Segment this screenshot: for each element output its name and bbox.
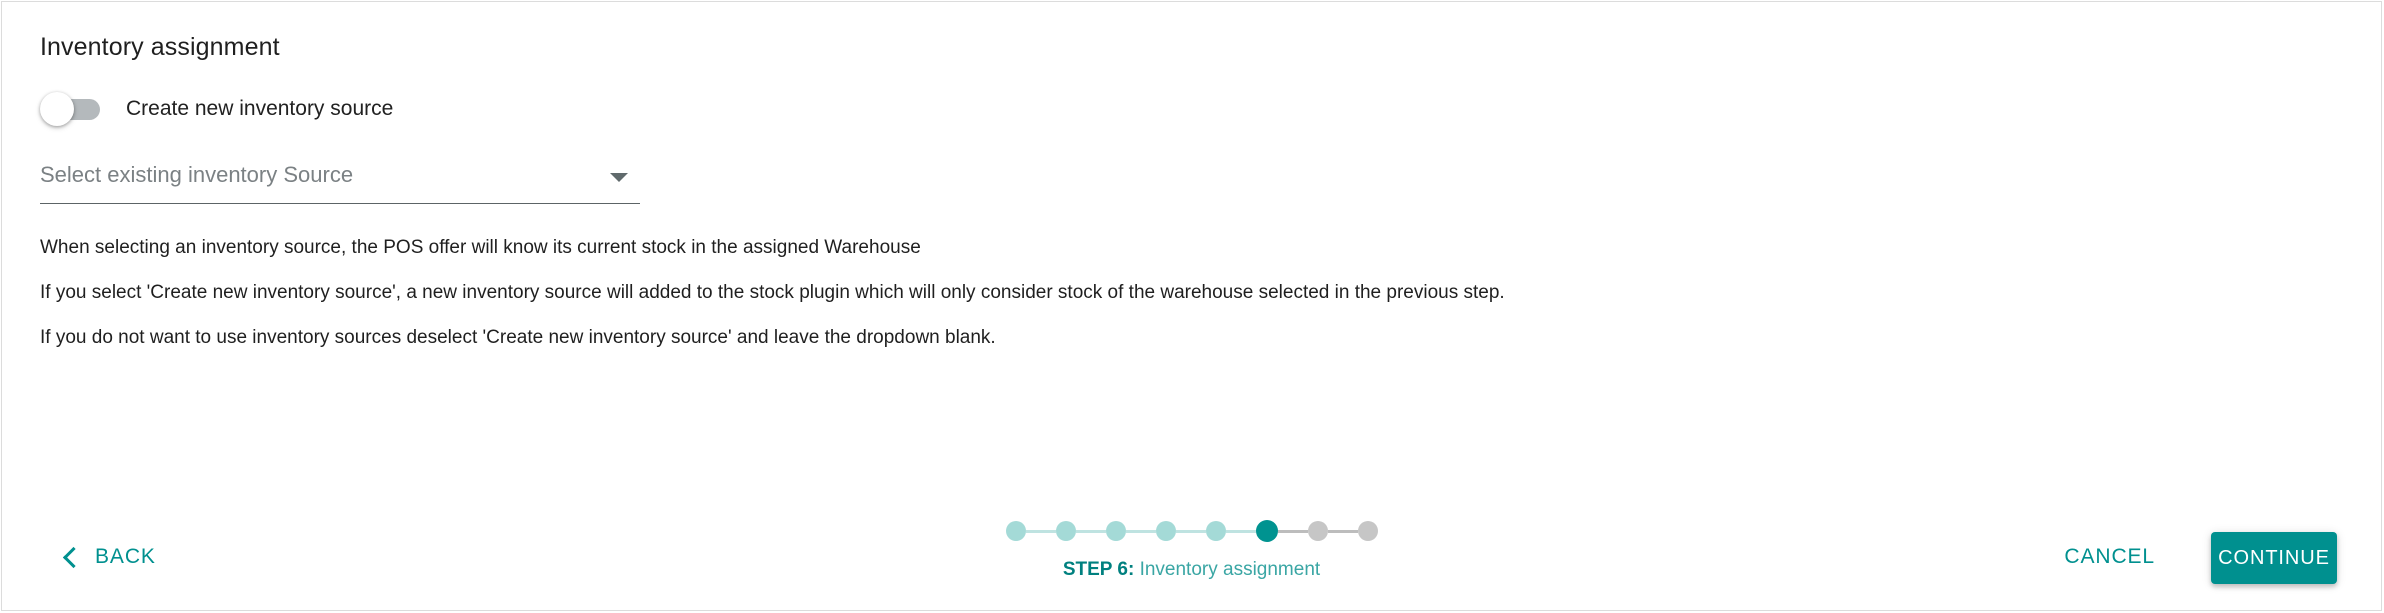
create-new-inventory-source-label: Create new inventory source [126,96,394,120]
stepper-dot-8[interactable] [1357,521,1378,541]
stepper-connector [1175,529,1206,533]
help-text-line-2: If you select 'Create new inventory sour… [40,282,1505,303]
inventory-source-select-value: Select existing inventory Source [40,162,354,187]
stepper-caption: STEP 6: Inventory assignment [1063,558,1320,581]
stepper-connector [1075,529,1106,533]
chevron-down-icon[interactable] [610,173,628,182]
help-text-line-1: When selecting an inventory source, the … [40,237,921,258]
page-title: Inventory assignment [40,33,280,61]
stepper-dot-3[interactable] [1105,521,1126,541]
stepper-connector [1225,529,1256,533]
inventory-source-select[interactable]: Select existing inventory Source [40,160,640,204]
stepper-dot-5[interactable] [1205,521,1226,541]
stepper-connector [1025,529,1056,533]
stepper-dot-2[interactable] [1055,521,1076,541]
stepper-step-name: Inventory assignment [1134,559,1321,580]
stepper-dots [1005,518,1378,544]
stepper-dot-6[interactable] [1255,520,1278,542]
stepper-step-prefix: STEP 6: [1062,559,1135,580]
select-underline [40,203,640,204]
stepper-dot-7[interactable] [1307,521,1328,541]
stepper-connector [1277,529,1308,533]
inventory-assignment-screen: Inventory assignment Create new inventor… [0,0,2384,613]
stepper-connector [1327,529,1358,533]
inventory-assignment-card: Inventory assignment Create new inventor… [1,1,2382,611]
create-new-inventory-source-toggle[interactable] [40,90,102,126]
create-new-inventory-source-row: Create new inventory source [40,90,393,126]
stepper-dot-4[interactable] [1155,521,1176,541]
cancel-button[interactable]: CANCEL [2064,545,2155,569]
wizard-stepper: STEP 6: Inventory assignment [2,518,2381,581]
stepper-connector [1125,529,1156,533]
stepper-dot-1[interactable] [1005,521,1026,541]
toggle-thumb[interactable] [40,92,74,126]
continue-button[interactable]: CONTINUE [2211,532,2337,584]
help-text-line-3: If you do not want to use inventory sour… [40,327,996,348]
